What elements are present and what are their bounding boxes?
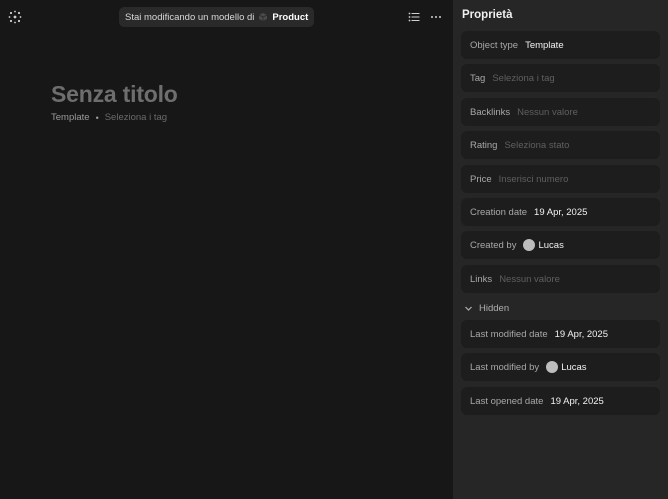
chevron-down-icon: [465, 306, 472, 311]
banner-type-name[interactable]: Product: [272, 12, 308, 23]
template-edit-banner[interactable]: Stai modificando un modello di Product: [119, 7, 315, 27]
property-label: Creation date: [470, 206, 528, 218]
page-type[interactable]: Template: [51, 112, 90, 123]
property-value: Inserisci numero: [498, 173, 569, 185]
property-backlinks[interactable]: Backlinks Nessun valore: [461, 98, 660, 126]
property-value: Template: [525, 39, 564, 51]
property-value: Nessun valore: [517, 106, 578, 118]
editor-topbar: Stai modificando un modello di Product: [0, 0, 453, 34]
property-label: Tag: [470, 72, 486, 84]
more-icon[interactable]: [430, 11, 442, 23]
property-value: Seleziona stato: [504, 139, 570, 151]
user-avatar: [546, 361, 559, 373]
property-value: Seleziona i tag: [492, 72, 555, 84]
editor-area: Stai modificando un modello di Product S…: [0, 0, 453, 499]
property-price[interactable]: Price Inserisci numero: [461, 165, 660, 193]
property-label: Rating: [470, 139, 498, 151]
panel-title: Proprietà: [462, 9, 513, 21]
property-last-modified-date[interactable]: Last modified date 19 Apr, 2025: [461, 320, 660, 348]
tags-selector[interactable]: Seleziona i tag: [105, 112, 167, 123]
table-of-contents-icon[interactable]: [408, 11, 420, 23]
property-label: Last opened date: [470, 395, 544, 407]
meta-separator: •: [95, 112, 99, 123]
property-links[interactable]: Links Nessun valore: [461, 265, 660, 293]
property-value: Lucas: [538, 239, 564, 251]
properties-panel: Proprietà Object type Template Tag Selez…: [453, 0, 668, 499]
property-tag[interactable]: Tag Seleziona i tag: [461, 64, 660, 92]
product-type-icon: [259, 13, 268, 21]
property-value: 19 Apr, 2025: [554, 328, 608, 340]
property-last-modified-by[interactable]: Last modified by Lucas: [461, 353, 660, 381]
property-last-opened-date[interactable]: Last opened date 19 Apr, 2025: [461, 387, 660, 415]
app-window: Stai modificando un modello di Product S…: [0, 0, 668, 499]
property-label: Created by: [470, 239, 517, 251]
graph-icon[interactable]: [8, 10, 22, 24]
property-label: Price: [470, 173, 492, 185]
banner-text: Stai modificando un modello di: [125, 11, 255, 23]
property-value: Nessun valore: [499, 273, 560, 285]
property-label: Backlinks: [470, 106, 511, 118]
property-created-by[interactable]: Created by Lucas: [461, 231, 660, 259]
property-rating[interactable]: Rating Seleziona stato: [461, 131, 660, 159]
property-object-type[interactable]: Object type Template: [461, 31, 660, 59]
property-value: 19 Apr, 2025: [550, 395, 604, 407]
property-creation-date[interactable]: Creation date 19 Apr, 2025: [461, 198, 660, 226]
property-label: Links: [470, 273, 493, 285]
hidden-section-label: Hidden: [479, 302, 510, 314]
property-value: 19 Apr, 2025: [534, 206, 588, 218]
user-avatar: [523, 239, 536, 251]
property-label: Last modified by: [470, 361, 540, 373]
property-user: Lucas: [523, 239, 564, 251]
property-label: Object type: [470, 39, 519, 51]
hidden-section-toggle[interactable]: Hidden: [464, 301, 509, 315]
property-label: Last modified date: [470, 328, 548, 340]
page-meta: Template • Seleziona i tag: [51, 112, 167, 123]
page-title[interactable]: Senza titolo: [51, 81, 178, 108]
property-user: Lucas: [546, 361, 587, 373]
property-value: Lucas: [561, 361, 587, 373]
